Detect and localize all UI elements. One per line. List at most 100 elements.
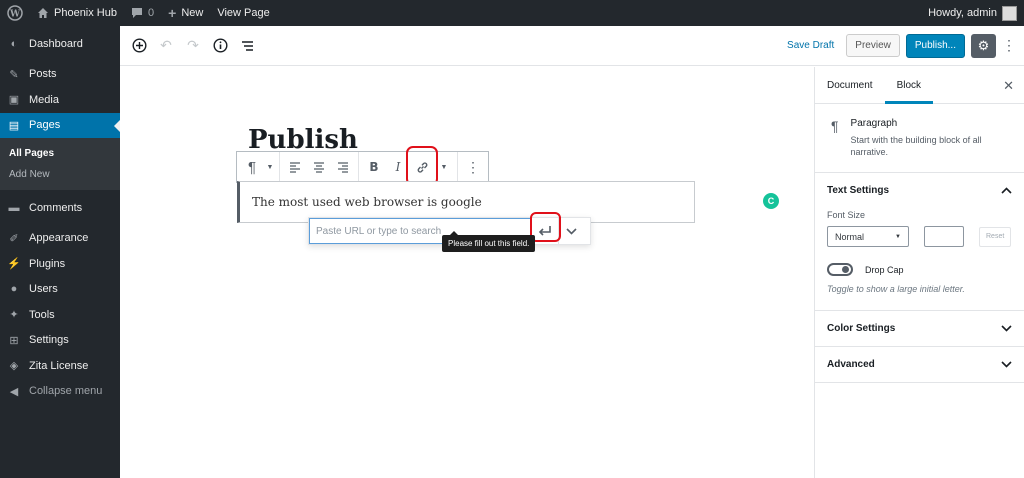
block-card: ¶ Paragraph Start with the building bloc… xyxy=(815,104,1024,173)
menu-item-appearance[interactable]: ✐ Appearance xyxy=(0,226,120,252)
collapse-icon: ◀ xyxy=(9,385,19,398)
menu-item-dashboard[interactable]: ◐ Dashboard xyxy=(0,31,120,57)
users-icon: ● xyxy=(10,283,18,296)
font-size-select[interactable]: Normal ▼ xyxy=(827,226,909,247)
menu-item-plugins[interactable]: ⚡ Plugins xyxy=(0,251,120,277)
tab-document[interactable]: Document xyxy=(815,67,885,104)
menu-label: Comments xyxy=(29,201,83,214)
block-switcher-button[interactable]: ¶ xyxy=(241,155,263,179)
advanced-toggle[interactable]: Advanced xyxy=(815,347,1024,382)
align-center-button[interactable] xyxy=(308,155,330,179)
align-left-icon xyxy=(290,161,300,173)
more-menu-button[interactable]: ⋮ xyxy=(1002,37,1016,54)
panel-title: Advanced xyxy=(827,359,875,370)
grammarly-icon[interactable]: C xyxy=(763,193,779,209)
text-settings-toggle[interactable]: Text Settings xyxy=(815,173,1024,208)
panel-title: Color Settings xyxy=(827,323,896,334)
caret-down-icon: ▼ xyxy=(266,163,274,171)
collapse-label: Collapse menu xyxy=(29,385,103,398)
preview-button[interactable]: Preview xyxy=(846,34,900,57)
submenu-all-pages[interactable]: All Pages xyxy=(0,143,120,164)
panel-title: Text Settings xyxy=(827,185,890,196)
block-more-options-button[interactable]: ⋮ xyxy=(462,155,484,179)
menu-item-zita-license[interactable]: ◈ Zita License xyxy=(0,353,120,379)
font-size-label: Font Size xyxy=(827,210,866,220)
vertical-ellipsis-icon: ⋮ xyxy=(1002,37,1016,53)
pages-icon: ▤ xyxy=(8,119,20,132)
block-card-title: Paragraph xyxy=(850,118,898,129)
alignment-group xyxy=(280,152,359,182)
text-settings-panel: Text Settings Font Size Normal ▼ Reset D… xyxy=(815,173,1024,311)
custom-font-size-input[interactable] xyxy=(924,226,964,247)
menu-item-users[interactable]: ● Users xyxy=(0,277,120,303)
italic-icon: I xyxy=(395,160,401,174)
link-settings-toggle[interactable] xyxy=(558,218,584,244)
settings-toggle-button[interactable]: ⚙ xyxy=(971,33,996,58)
block-navigation-button[interactable] xyxy=(234,33,260,59)
drop-cap-toggle[interactable] xyxy=(827,263,853,276)
redo-button[interactable]: ↷ xyxy=(180,33,206,59)
align-center-icon xyxy=(314,161,324,173)
menu-item-tools[interactable]: ✦ Tools xyxy=(0,302,120,328)
info-button[interactable] xyxy=(207,33,233,59)
submenu-add-new[interactable]: Add New xyxy=(0,164,120,185)
editor-canvas: Publish ¶ ▼ B I ▼ ⋮ The most used web br… xyxy=(120,67,814,478)
close-settings-button[interactable]: ✕ xyxy=(1003,78,1014,94)
bold-icon: B xyxy=(369,160,379,174)
add-block-button[interactable] xyxy=(126,33,152,59)
info-icon xyxy=(212,38,228,53)
annotation-circle-link xyxy=(406,146,438,186)
admin-sidebar: ◐ Dashboard ✎ Posts ▣ Media ▤ Pages All … xyxy=(0,26,120,478)
drop-cap-help: Toggle to show a large initial letter. xyxy=(827,284,965,294)
comments-count: 0 xyxy=(148,7,155,19)
block-switcher-caret[interactable]: ▼ xyxy=(265,155,275,179)
save-draft-button[interactable]: Save Draft xyxy=(781,40,840,51)
menu-item-settings[interactable]: ⊞ Settings xyxy=(0,328,120,354)
menu-label: Users xyxy=(29,283,58,296)
undo-button[interactable]: ↶ xyxy=(153,33,179,59)
menu-label: Media xyxy=(29,93,59,106)
howdy-text: Howdy, admin xyxy=(928,7,997,19)
align-left-button[interactable] xyxy=(284,155,306,179)
align-right-button[interactable] xyxy=(332,155,354,179)
reset-button[interactable]: Reset xyxy=(979,226,1012,247)
dashboard-icon: ◐ xyxy=(10,37,18,50)
pin-icon: ✎ xyxy=(9,68,19,81)
link-button[interactable] xyxy=(406,146,438,186)
tools-icon: ✦ xyxy=(9,309,19,322)
collapse-menu-button[interactable]: ◀ Collapse menu xyxy=(0,379,120,405)
chevron-up-icon xyxy=(1001,187,1012,194)
comments-icon: ▬ xyxy=(8,201,20,214)
bold-button[interactable]: B xyxy=(363,155,385,179)
account-menu[interactable]: Howdy, admin xyxy=(921,0,1024,26)
wordpress-icon: W xyxy=(7,5,23,21)
comment-icon xyxy=(132,8,142,18)
wordpress-logo-button[interactable]: W xyxy=(0,0,30,26)
vertical-ellipsis-icon: ⋮ xyxy=(466,158,480,175)
tab-block[interactable]: Block xyxy=(885,67,933,104)
menu-item-comments[interactable]: ▬ Comments xyxy=(0,195,120,221)
block-switcher-group: ¶ ▼ xyxy=(237,152,280,182)
paragraph-icon: ¶ xyxy=(831,118,839,134)
block-card-description: Start with the building block of all nar… xyxy=(850,135,982,158)
settings-icon: ⊞ xyxy=(9,334,19,347)
apply-link-button[interactable] xyxy=(530,212,561,244)
menu-item-posts[interactable]: ✎ Posts xyxy=(0,62,120,88)
color-settings-toggle[interactable]: Color Settings xyxy=(815,311,1024,346)
appearance-icon: ✐ xyxy=(9,232,19,245)
comments-link[interactable]: 0 xyxy=(124,0,161,26)
view-page-link[interactable]: View Page xyxy=(210,0,276,26)
site-name-link[interactable]: Phoenix Hub xyxy=(30,0,124,26)
publish-button[interactable]: Publish... xyxy=(905,33,965,58)
color-settings-panel: Color Settings xyxy=(815,311,1024,347)
menu-item-pages[interactable]: ▤ Pages xyxy=(0,112,120,138)
validation-tooltip: Please fill out this field. xyxy=(442,231,536,252)
new-content-link[interactable]: + New xyxy=(161,0,210,26)
redo-icon: ↷ xyxy=(187,37,199,53)
menu-item-media[interactable]: ▣ Media xyxy=(0,87,120,113)
menu-label: Pages xyxy=(29,119,61,132)
caret-down-icon: ▼ xyxy=(895,233,901,240)
settings-tabs: Document Block ✕ xyxy=(815,67,1024,104)
block-more-group: ⋮ xyxy=(458,152,488,182)
paragraph-text[interactable]: The most used web browser is google xyxy=(252,195,482,209)
